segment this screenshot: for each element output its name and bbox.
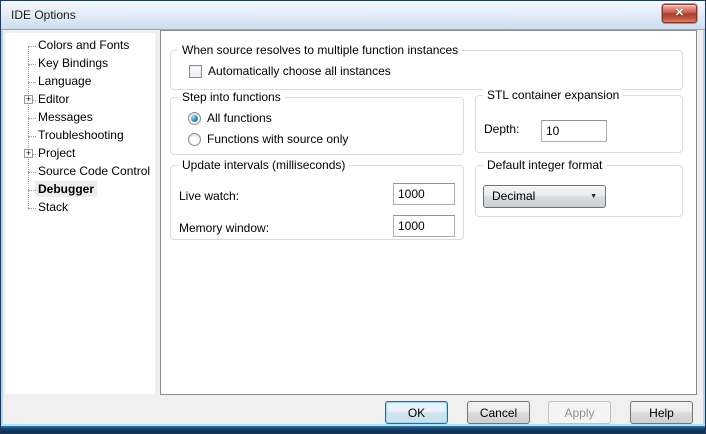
live-watch-input[interactable] (393, 183, 455, 205)
group-title: When source resolves to multiple functio… (178, 43, 462, 57)
integer-format-select[interactable]: Decimal ▼ (483, 185, 606, 208)
close-button[interactable]: ✕ (662, 4, 697, 23)
ok-button[interactable]: OK (385, 401, 448, 424)
options-tree: Colors and Fonts Key Bindings Language +… (5, 33, 155, 394)
sidebar-item-source-code-control[interactable]: Source Code Control (5, 163, 155, 181)
group-multiple-instances: When source resolves to multiple functio… (170, 50, 683, 90)
expand-icon[interactable]: + (24, 95, 33, 104)
group-title: Default integer format (483, 158, 606, 172)
selected-option: Decimal (492, 186, 535, 207)
sidebar-item-key-bindings[interactable]: Key Bindings (5, 55, 155, 73)
title-bar: IDE Options ✕ (1, 1, 705, 30)
sidebar-item-colors-and-fonts[interactable]: Colors and Fonts (5, 37, 155, 55)
help-button[interactable]: Help (630, 401, 693, 424)
depth-label: Depth: (484, 122, 519, 136)
auto-choose-instances-checkbox[interactable] (189, 65, 202, 78)
radio-functions-with-source-only[interactable] (188, 133, 201, 146)
close-icon: ✕ (675, 7, 684, 19)
cancel-button[interactable]: Cancel (467, 401, 530, 424)
window-title: IDE Options (11, 1, 76, 29)
ide-options-dialog: IDE Options ✕ Colors and Fonts Key Bindi… (0, 0, 706, 434)
sidebar-item-project[interactable]: + Project (5, 145, 155, 163)
window-bottom-frame (1, 424, 705, 433)
sidebar-item-debugger[interactable]: Debugger (5, 181, 155, 199)
apply-button[interactable]: Apply (548, 401, 611, 424)
radio-label: All functions (207, 111, 272, 125)
group-step-into-functions: Step into functions All functions Functi… (170, 97, 464, 155)
group-title: Update intervals (milliseconds) (178, 158, 349, 172)
sidebar-item-troubleshooting[interactable]: Troubleshooting (5, 127, 155, 145)
sidebar-item-language[interactable]: Language (5, 73, 155, 91)
checkbox-label: Automatically choose all instances (208, 64, 391, 78)
group-update-intervals: Update intervals (milliseconds) Live wat… (170, 165, 464, 240)
group-title: Step into functions (178, 90, 285, 104)
sidebar-item-editor[interactable]: + Editor (5, 91, 155, 109)
group-title: STL container expansion (483, 88, 623, 102)
sidebar-item-stack[interactable]: Stack (5, 199, 155, 217)
debugger-settings-panel: When source resolves to multiple functio… (160, 30, 697, 395)
memory-window-label: Memory window: (179, 221, 269, 235)
sidebar-item-messages[interactable]: Messages (5, 109, 155, 127)
expand-icon[interactable]: + (24, 149, 33, 158)
live-watch-label: Live watch: (179, 189, 239, 203)
depth-input[interactable] (541, 120, 607, 142)
chevron-down-icon: ▼ (590, 187, 597, 207)
radio-all-functions[interactable] (188, 112, 201, 125)
group-default-integer-format: Default integer format Decimal ▼ (475, 165, 683, 217)
memory-window-input[interactable] (393, 215, 455, 237)
radio-label: Functions with source only (207, 132, 348, 146)
group-stl-container-expansion: STL container expansion Depth: (475, 95, 683, 153)
